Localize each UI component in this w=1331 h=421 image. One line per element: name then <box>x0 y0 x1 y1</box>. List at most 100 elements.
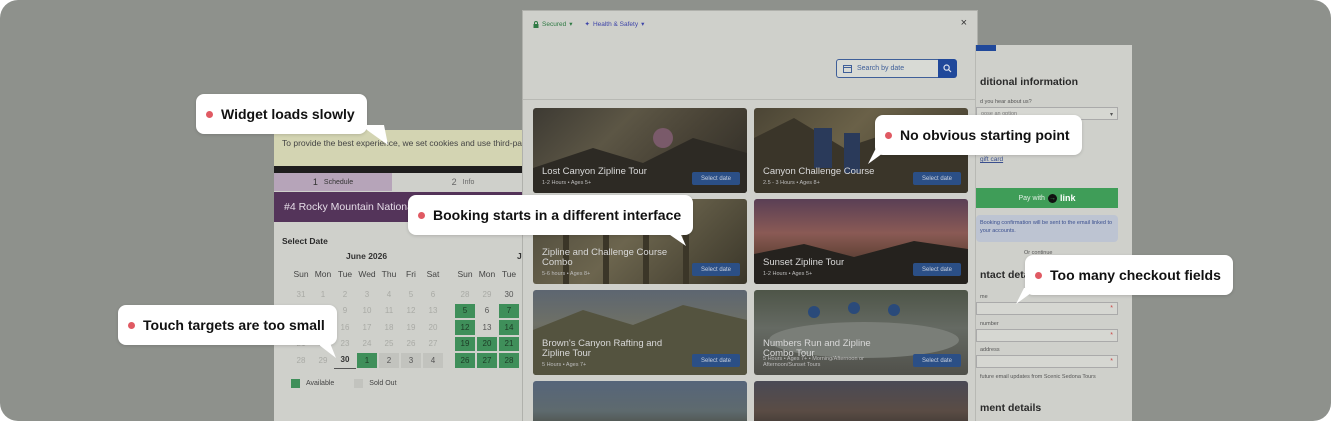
tab-info[interactable]: 2 Info <box>392 173 534 191</box>
calendar-day: 28 <box>296 355 306 365</box>
calendar-day-available[interactable]: 21 <box>499 336 519 351</box>
callout-text: Booking starts in a different interface <box>433 207 682 223</box>
required-icon: * <box>1110 358 1113 365</box>
dow-label: Mon <box>478 269 496 279</box>
tab-schedule[interactable]: 1 Schedule <box>274 173 392 191</box>
select-date-button[interactable]: Select date <box>692 172 740 185</box>
calendar-day-available[interactable]: 14 <box>499 320 519 335</box>
step-label: Schedule <box>323 178 354 186</box>
select-date-button[interactable]: Select date <box>692 354 740 367</box>
tour-title: Lost Canyon Zipline Tour <box>542 166 647 177</box>
calendar-day: 25 <box>384 339 394 349</box>
callout-checkout-fields: Too many checkout fields <box>1025 255 1233 295</box>
secured-menu[interactable]: Secured ▾ <box>533 20 572 28</box>
arrow-icon: → <box>1047 193 1057 203</box>
calendar-day-available[interactable]: 1 <box>357 353 377 368</box>
calendar-day-available[interactable]: 20 <box>477 336 497 351</box>
calendar-day: 12 <box>406 306 416 316</box>
tour-card[interactable] <box>754 381 968 421</box>
payment-details-heading: ment details <box>980 402 1042 414</box>
callout-no-starting-point: No obvious starting point <box>875 115 1082 155</box>
chevron-down-icon: ▾ <box>569 21 573 28</box>
calendar-day: 24 <box>362 339 372 349</box>
select-date-button[interactable]: Select date <box>692 263 740 276</box>
calendar-day-available[interactable]: 12 <box>455 320 475 335</box>
close-icon[interactable]: × <box>961 17 967 29</box>
tour-meta: 2.5 - 3 Hours • Ages 8+ <box>763 180 820 186</box>
callout-tail <box>360 125 388 145</box>
callout-text: Too many checkout fields <box>1050 267 1221 283</box>
calendar-day: 6 <box>484 306 490 316</box>
days-of-week-next: Sun Mon Tue <box>454 269 520 279</box>
callout-tail <box>1016 288 1038 304</box>
calendar-day: 10 <box>362 306 372 316</box>
checkout-form: ditional information d you hear about us… <box>975 45 1132 421</box>
email-field[interactable]: * <box>976 355 1118 368</box>
pay-with-link-button[interactable]: Pay with → link <box>976 188 1118 208</box>
calendar-day: 4 <box>386 289 392 299</box>
calendar-day-available[interactable]: 19 <box>455 336 475 351</box>
tour-meta: 1-2 Hours • Ages 5+ <box>542 180 592 186</box>
select-date-button[interactable]: Select date <box>913 263 961 276</box>
calendar-day-available[interactable]: 26 <box>455 353 475 368</box>
calendar-day-available[interactable]: 5 <box>455 303 475 318</box>
tour-card[interactable]: Brown's Canyon Rafting and Zipline Tour … <box>533 290 747 375</box>
email-updates-checkbox-label[interactable]: future email updates from Scenic Sedona … <box>980 374 1096 380</box>
calendar-day-available[interactable]: 28 <box>499 353 519 368</box>
tour-meta: 5-6 hours • Ages 8+ <box>542 271 591 277</box>
calendar-day-sold-out: 3 <box>401 353 421 368</box>
health-safety-menu[interactable]: ✦ Health & Safety ▾ <box>584 20 644 29</box>
lock-icon <box>533 20 539 28</box>
tour-meta: 1-2 Hours • Ages 5+ <box>763 271 813 277</box>
callout-dot <box>885 131 892 139</box>
name-field[interactable]: * <box>976 302 1118 315</box>
field-label: address <box>980 347 1000 353</box>
tour-meta: 5 Hours • Ages 7+ • Morning/Afternoon or… <box>763 356 864 368</box>
tour-card[interactable]: Sunset Zipline Tour 1-2 Hours • Ages 5+ … <box>754 199 968 284</box>
booking-widget: To provide the best experience, we set c… <box>274 130 534 421</box>
callout-text: No obvious starting point <box>900 127 1070 143</box>
tour-card[interactable]: Numbers Run and Zipline Combo Tour 5 Hou… <box>754 290 968 375</box>
callout-tail <box>660 228 686 246</box>
gift-card-link[interactable]: gift card <box>980 156 1003 163</box>
required-icon: * <box>1110 305 1113 312</box>
calendar-day-available[interactable]: 7 <box>499 303 519 318</box>
select-date-button[interactable]: Select date <box>913 172 961 185</box>
calendar-day: 20 <box>428 322 438 332</box>
dow-label: Fri <box>406 269 416 279</box>
calendar-day: 31 <box>296 289 306 299</box>
active-tab-indicator <box>976 45 996 51</box>
calendar-day: 19 <box>406 322 416 332</box>
calendar-day: 11 <box>384 306 394 316</box>
callout-dot <box>206 110 213 118</box>
calendar-day: 2 <box>342 289 348 299</box>
dow-label: Tue <box>337 269 353 279</box>
calendar-day: 13 <box>428 306 438 316</box>
callout-text: Touch targets are too small <box>143 317 325 333</box>
tour-card[interactable] <box>533 381 747 421</box>
calendar-day: 13 <box>482 322 492 332</box>
field-label: number <box>980 321 999 327</box>
tour-title: Zipline and Challenge Course Combo <box>542 247 668 268</box>
search-button[interactable] <box>938 59 957 78</box>
pay-with-label: Pay with <box>1018 194 1045 202</box>
calendar-day: 3 <box>364 289 370 299</box>
search-icon <box>943 64 952 73</box>
select-date-button[interactable]: Select date <box>913 354 961 367</box>
search-placeholder: Search by date <box>857 65 905 72</box>
step-number: 2 <box>451 177 457 187</box>
phone-field[interactable]: * <box>976 329 1118 342</box>
calendar-day: 6 <box>430 289 436 299</box>
callout-dot <box>128 321 135 329</box>
dow-label: Sun <box>293 269 309 279</box>
field-label: me <box>980 294 988 300</box>
step-label: Info <box>462 178 475 186</box>
sparkle-icon: ✦ <box>584 21 590 28</box>
dow-label: Wed <box>358 269 376 279</box>
tour-card[interactable]: Lost Canyon Zipline Tour 1-2 Hours • Age… <box>533 108 747 193</box>
available-swatch <box>291 379 300 388</box>
health-label: Health & Safety <box>592 20 639 28</box>
calendar-day-available[interactable]: 27 <box>477 353 497 368</box>
header-strip <box>274 166 534 173</box>
calendar-day: 1 <box>320 289 326 299</box>
